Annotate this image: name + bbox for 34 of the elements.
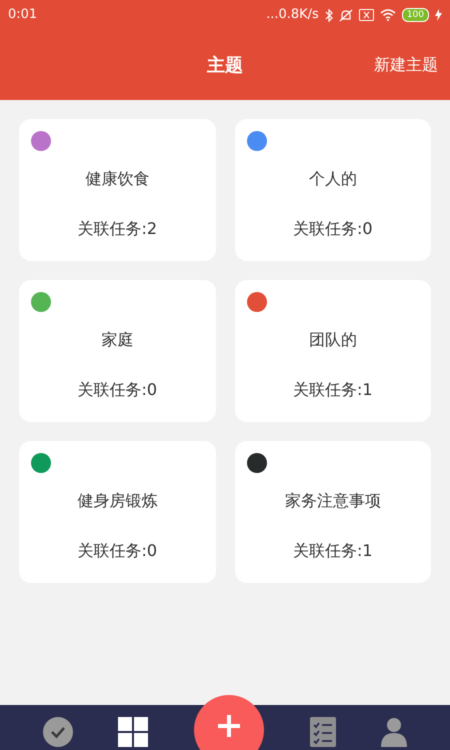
muted-bell-icon [338, 8, 353, 22]
status-time: 0:01 [8, 6, 38, 24]
task-count: 关联任务:0 [76, 540, 158, 562]
task-count: 关联任务:0 [76, 379, 158, 401]
network-speed: ...0.8K/s [266, 6, 319, 24]
topic-name: 个人的 [308, 168, 358, 190]
person-icon[interactable] [381, 717, 408, 747]
topic-name: 家务注意事项 [284, 490, 382, 512]
check-icon[interactable] [42, 717, 73, 747]
topic-name: 健康饮食 [84, 168, 150, 190]
task-count: 关联任务:2 [76, 218, 158, 240]
checklist-icon[interactable] [310, 717, 336, 747]
task-count: 关联任务:1 [292, 540, 374, 562]
topic-card[interactable]: 团队的 关联任务:1 [234, 280, 431, 422]
topic-card[interactable]: 健康饮食 关联任务:2 [19, 119, 216, 261]
battery-indicator: 100 [402, 8, 429, 22]
plus-icon [218, 715, 240, 737]
add-button[interactable] [194, 695, 264, 750]
topic-card[interactable]: 家务注意事项 关联任务:1 [234, 441, 431, 583]
task-count: 关联任务:0 [292, 218, 374, 240]
page-title: 主题 [207, 54, 243, 78]
topic-name: 团队的 [308, 329, 358, 351]
topic-card[interactable]: 家庭 关联任务:0 [19, 280, 216, 422]
charging-icon [435, 9, 442, 21]
topic-card[interactable]: 个人的 关联任务:0 [234, 119, 431, 261]
task-count: 关联任务:1 [292, 379, 374, 401]
wifi-icon [380, 9, 396, 21]
topic-card[interactable]: 健身房锻炼 关联任务:0 [19, 441, 216, 583]
grid-icon[interactable] [118, 717, 148, 747]
topic-name: 健身房锻炼 [76, 490, 158, 512]
topic-name: 家庭 [100, 329, 134, 351]
new-topic-button[interactable]: 新建主题 [374, 53, 438, 77]
bluetooth-icon [324, 8, 333, 22]
sim-icon [358, 9, 374, 21]
